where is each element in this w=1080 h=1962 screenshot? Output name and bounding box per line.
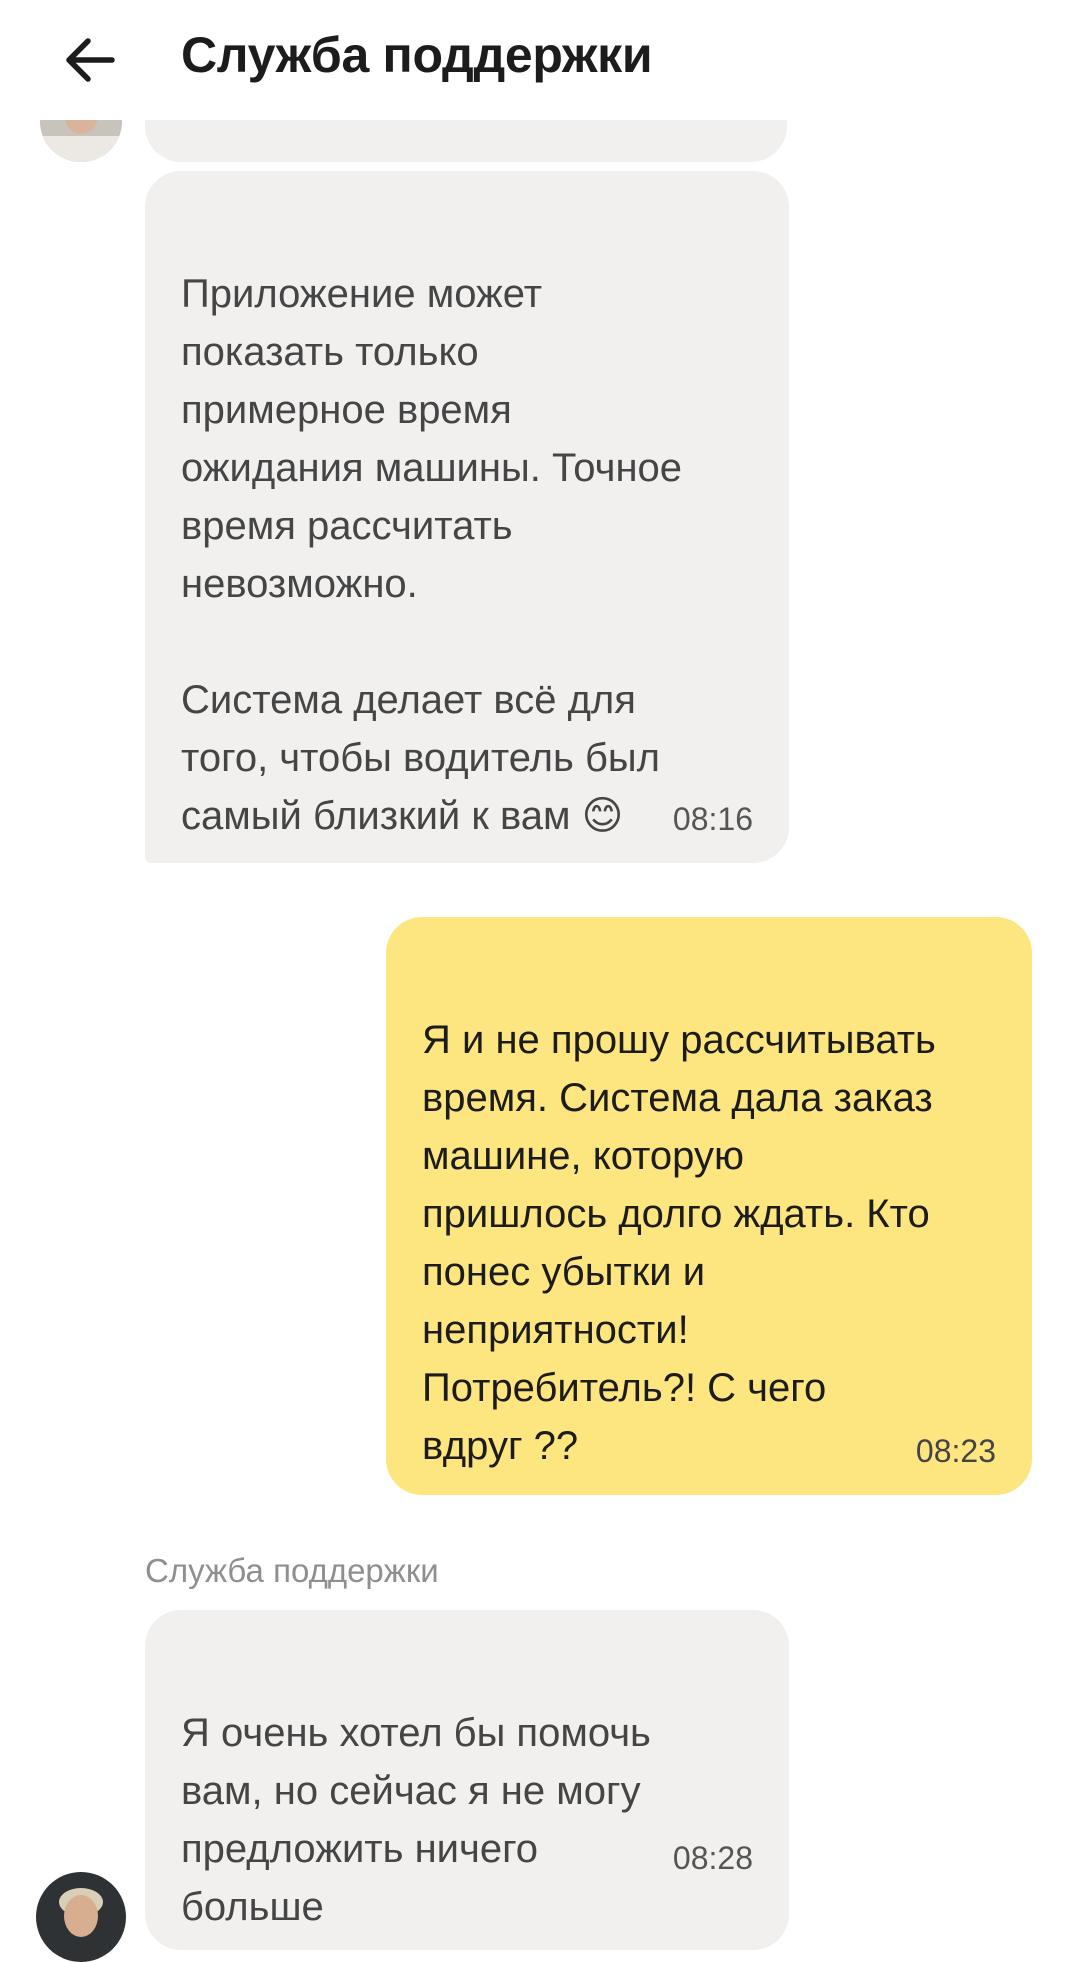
arrow-left-icon — [66, 38, 115, 82]
sender-name: Служба поддержки — [145, 1552, 439, 1589]
message-bubble-incoming: Я очень хотел бы помочь вам, но сейчас я… — [145, 1610, 789, 1950]
support-agent-avatar[interactable] — [36, 1872, 126, 1962]
header-bar: Служба поддержки — [0, 0, 1080, 120]
message-text: Я очень хотел бы помочь вам, но сейчас я… — [181, 1711, 651, 1929]
page-title: Служба поддержки — [181, 27, 653, 83]
message-time: 08:16 — [672, 801, 753, 837]
message-bubble-incoming: Приложение может показать только примерн… — [145, 171, 789, 863]
message-text: Приложение может показать только примерн… — [181, 272, 683, 838]
message-bubble-outgoing: Я и не прошу рассчитывать время. Система… — [386, 917, 1032, 1495]
back-button[interactable] — [58, 28, 122, 92]
message-time: 08:28 — [672, 1840, 753, 1876]
message-time: 08:23 — [915, 1433, 996, 1469]
message-text: Я и не прошу рассчитывать время. Система… — [422, 1018, 936, 1468]
